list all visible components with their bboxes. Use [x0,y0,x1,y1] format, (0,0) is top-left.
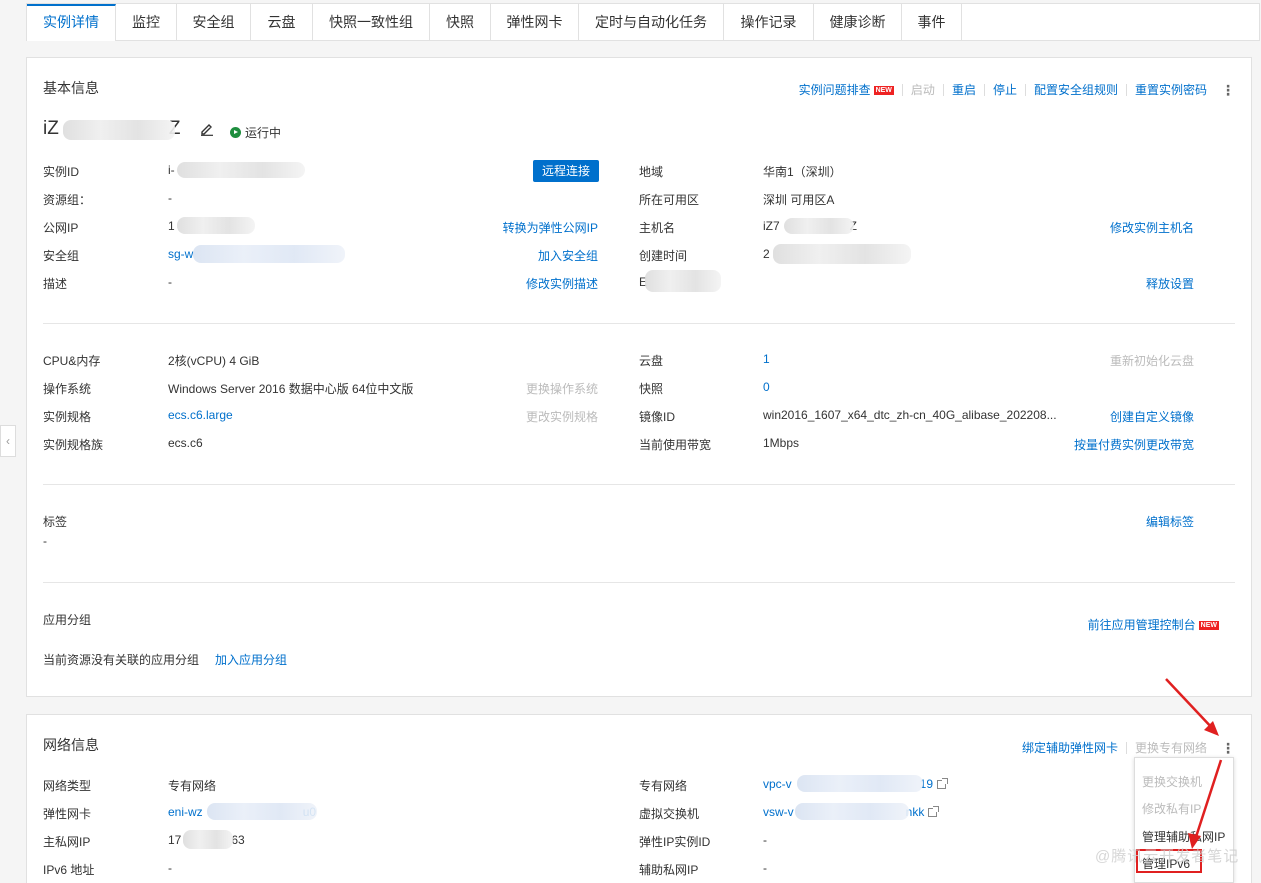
arrow-line-1 [1165,678,1215,731]
watermark: @腾讯云开发者笔记 [1095,848,1240,865]
arrow-line-2 [1193,759,1223,841]
annotation-arrows [1165,678,1223,849]
